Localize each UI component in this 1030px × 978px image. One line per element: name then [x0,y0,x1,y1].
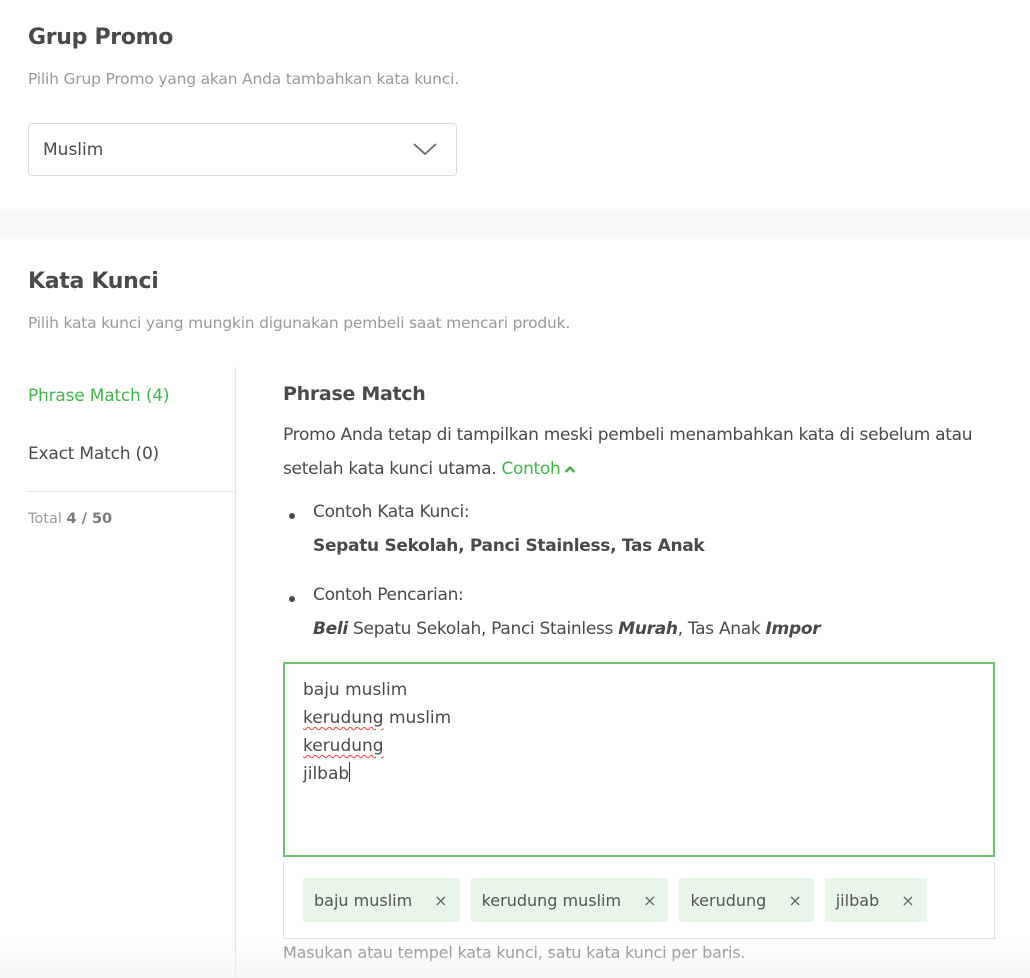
example-keywords-label: Contoh Kata Kunci: [313,502,470,522]
example-search-part: Sepatu Sekolah, Panci Stainless [347,619,619,639]
textarea-line: baju muslim [303,680,408,700]
example-search-part: Impor [765,619,821,639]
phrase-match-title: Phrase Match [283,383,426,405]
keyword-chip: baju muslim × [303,878,460,922]
keyword-chip-label: kerudung muslim [481,890,622,910]
keyword-chip-label: kerudung [690,890,767,910]
grup-promo-subtitle: Pilih Grup Promo yang akan Anda tambahka… [28,70,459,88]
total-value: 4 / 50 [66,511,113,527]
sidebar-item-phrase-match[interactable]: Phrase Match (4) [28,386,170,406]
example-toggle-label: Contoh [501,459,561,479]
spellcheck-word: kerudung [303,708,384,728]
total-label: Total [28,511,62,527]
example-keywords-text: Sepatu Sekolah, Panci Stainless, Tas Ana… [313,536,705,556]
remove-chip-icon[interactable]: × [901,891,914,910]
textarea-line: kerudung muslim [303,708,452,728]
kata-kunci-subtitle: Pilih kata kunci yang mungkin digunakan … [28,314,571,332]
keyword-chip: kerudung muslim × [470,878,669,922]
sidebar-vertical-divider [235,367,236,978]
grup-promo-select[interactable]: Muslim [28,123,457,176]
bullet-icon [289,513,295,519]
grup-promo-title: Grup Promo [28,25,174,50]
keyword-chip-label: baju muslim [314,890,413,910]
keyword-chip: kerudung × [679,878,814,922]
keyword-textarea[interactable]: baju muslim kerudung muslim kerudung jil… [283,662,995,857]
keyword-chip: jilbab × [824,878,927,922]
bullet-icon [289,596,295,602]
keyword-total: Total 4 / 50 [28,511,112,527]
phrase-match-description: Promo Anda tetap di tampilkan meski pemb… [283,418,983,486]
chevron-up-icon [564,465,575,473]
grup-promo-selected-value: Muslim [43,140,104,160]
section-divider-band [0,209,1030,239]
example-search-values: Beli Sepatu Sekolah, Panci Stainless Mur… [313,619,821,639]
example-search-part: , Tas Anak [677,619,766,639]
keyword-input-hint: Masukan atau tempel kata kunci, satu kat… [283,943,746,962]
keyword-chip-label: jilbab [835,890,880,910]
text-cursor [349,762,351,782]
remove-chip-icon[interactable]: × [643,891,656,910]
example-search-label: Contoh Pencarian: [313,585,464,605]
sidebar-divider-line [28,491,235,492]
remove-chip-icon[interactable]: × [788,891,801,910]
textarea-line: kerudung [303,732,975,760]
textarea-line-text: jilbab [303,764,350,784]
example-search-part: Murah [618,619,678,639]
example-keywords-values: Sepatu Sekolah, Panci Stainless, Tas Ana… [313,536,705,556]
phrase-match-description-text: Promo Anda tetap di tampilkan meski pemb… [283,425,973,479]
keyword-chips-container: baju muslim × kerudung muslim × kerudung… [283,862,995,939]
example-toggle-link[interactable]: Contoh [501,459,575,479]
remove-chip-icon[interactable]: × [434,891,447,910]
kata-kunci-title: Kata Kunci [28,269,159,294]
textarea-line: jilbab [303,760,975,788]
example-search-part: Beli [313,619,348,639]
sidebar-item-exact-match[interactable]: Exact Match (0) [28,444,159,464]
spellcheck-word: kerudung [303,736,384,756]
chevron-down-icon [413,143,437,156]
